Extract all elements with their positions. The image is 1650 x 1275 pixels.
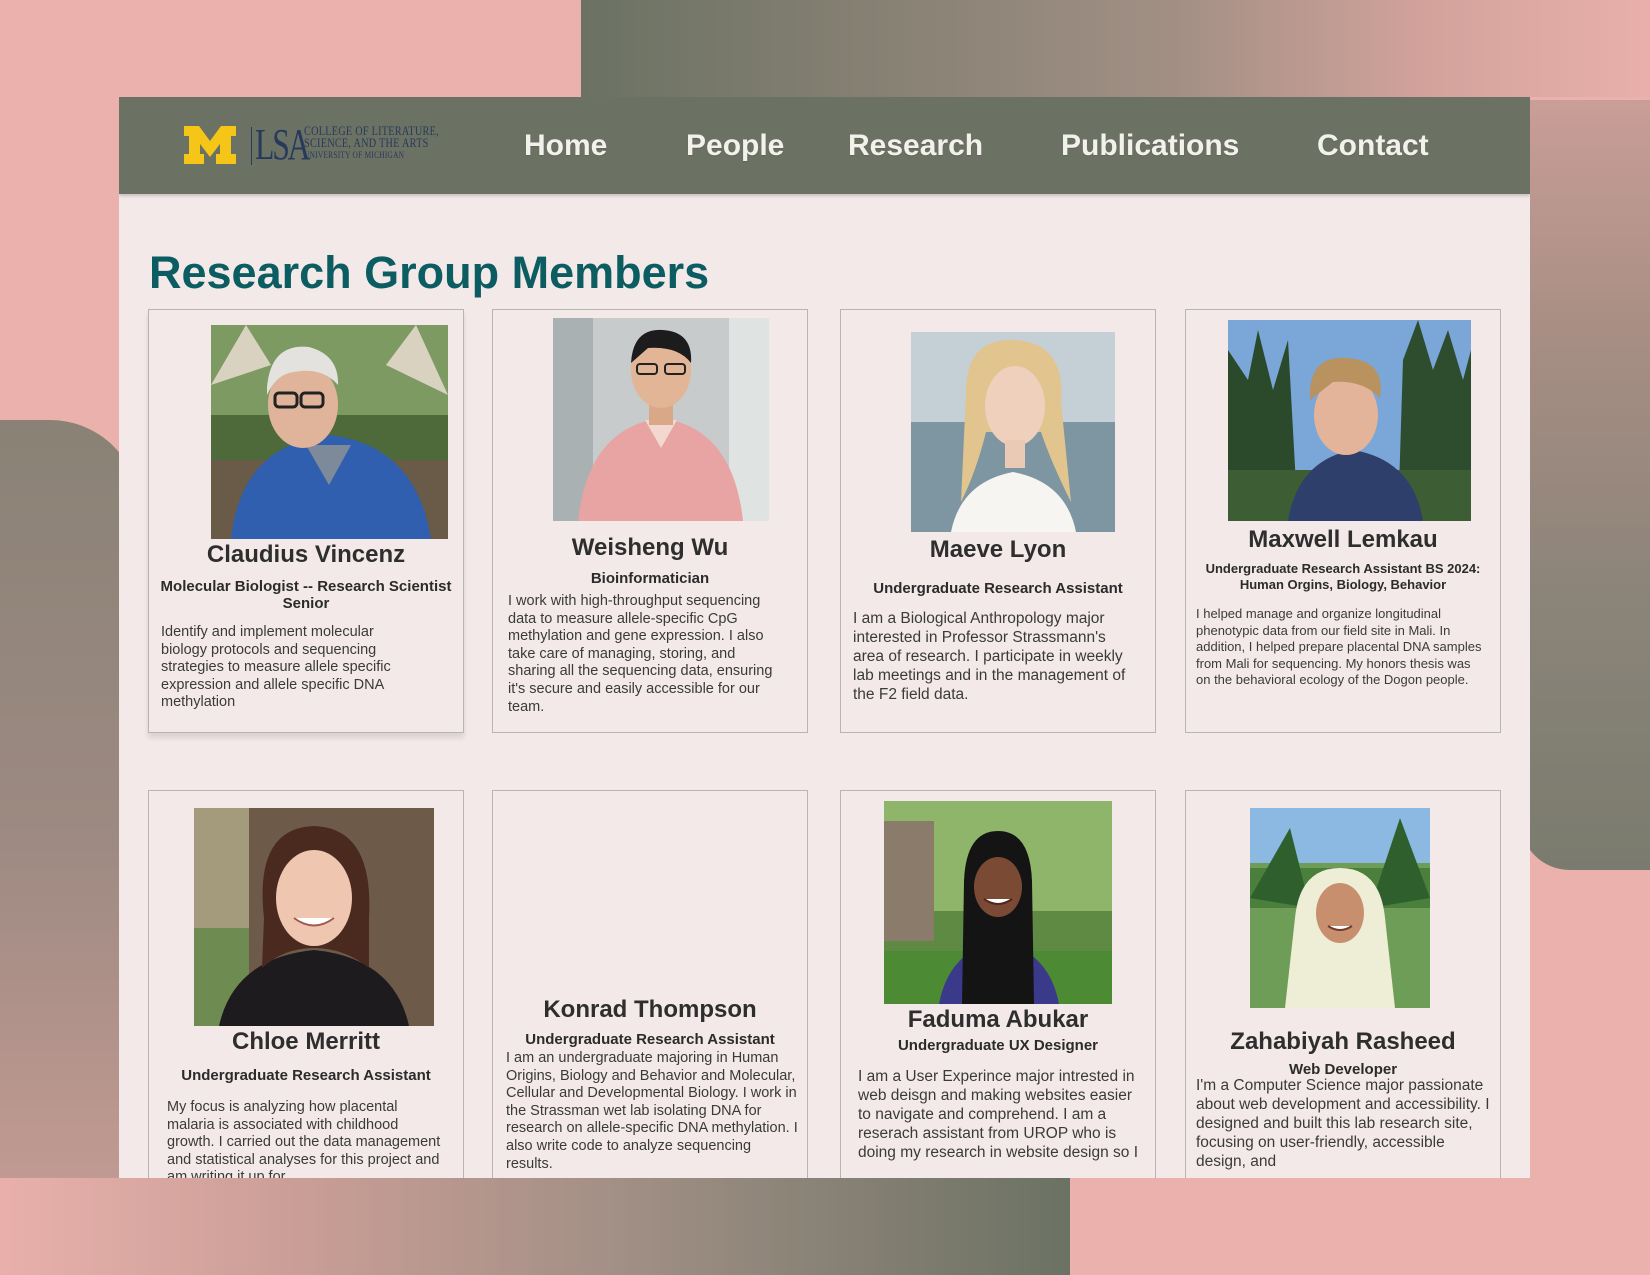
member-card[interactable]: Weisheng Wu Bioinformatician I work with… (492, 309, 808, 733)
member-bio: I work with high-throughput sequencing d… (508, 593, 773, 715)
member-name: Faduma Abukar (907, 1006, 1089, 1033)
member-card[interactable]: Konrad Thompson Undergraduate Research A… (492, 790, 808, 1178)
block-m-icon (184, 126, 236, 164)
member-card[interactable]: Maxwell Lemkau Undergraduate Research As… (1185, 309, 1501, 733)
nav-home[interactable]: Home (524, 129, 607, 163)
member-name: Maxwell Lemkau (1248, 526, 1438, 553)
member-name: Zahabiyah Rasheed (1230, 1028, 1456, 1055)
member-role: Undergraduate Research Assistant BS 2024… (1205, 561, 1481, 592)
member-role: Undergraduate Research Assistant (181, 1067, 431, 1084)
headshot-icon (911, 332, 1115, 532)
background-blob-right (1520, 100, 1650, 870)
nav-research[interactable]: Research (848, 129, 983, 163)
headshot-icon (1228, 320, 1471, 521)
background-band-top (581, 0, 1650, 97)
member-bio: I helped manage and organize longitudina… (1196, 606, 1482, 687)
navbar: LSA COLLEGE OF LITERATURE, SCIENCE, AND … (119, 97, 1530, 194)
member-card[interactable]: Chloe Merritt Undergraduate Research Ass… (148, 790, 464, 1178)
headshot-icon (211, 325, 448, 539)
website-window: LSA COLLEGE OF LITERATURE, SCIENCE, AND … (119, 97, 1530, 1178)
member-card[interactable]: Zahabiyah Rasheed Web Developer I'm a Co… (1185, 790, 1501, 1178)
member-name: Maeve Lyon (929, 536, 1067, 563)
logo-line-2: SCIENCE, AND THE ARTS (304, 136, 429, 150)
member-card[interactable]: Faduma Abukar Undergraduate UX Designer … (840, 790, 1156, 1178)
member-bio: Identify and implement molecular biology… (161, 624, 391, 711)
member-role: Undergraduate Research Assistant (525, 1031, 775, 1048)
member-bio: I'm a Computer Science major passionate … (1196, 1077, 1490, 1170)
member-name: Claudius Vincenz (206, 541, 406, 568)
member-role: Undergraduate UX Designer (897, 1037, 1099, 1054)
headshot-icon (194, 808, 434, 1026)
member-bio: I am a Biological Anthropology major int… (853, 610, 1126, 703)
member-card[interactable]: Claudius Vincenz Molecular Biologist -- … (148, 309, 464, 733)
logo-divider (251, 127, 252, 165)
member-role: Undergraduate Research Assistant (873, 580, 1123, 597)
headshot-icon (884, 801, 1112, 1004)
member-bio: I am a User Experince major intrested in… (858, 1068, 1139, 1161)
member-name: Weisheng Wu (571, 534, 729, 561)
member-name: Chloe Merritt (231, 1028, 380, 1055)
background-band-bottom (0, 1178, 1070, 1275)
member-name: Konrad Thompson (543, 996, 757, 1023)
nav-publications[interactable]: Publications (1061, 129, 1239, 163)
member-role: Bioinformatician (590, 570, 710, 587)
page-title: Research Group Members (149, 247, 710, 298)
member-role: Molecular Biologist -- Research Scientis… (160, 578, 452, 612)
member-bio: My focus is analyzing how placental mala… (167, 1099, 441, 1178)
member-card[interactable]: Maeve Lyon Undergraduate Research Assist… (840, 309, 1156, 733)
logo-lsa-text: LSA (255, 120, 311, 169)
headshot-icon (1250, 808, 1430, 1008)
headshot-icon (553, 318, 769, 521)
member-bio: I am an undergraduate majoring in Human … (506, 1050, 798, 1172)
logo-college-text: COLLEGE OF LITERATURE, SCIENCE, AND THE … (304, 125, 468, 161)
nav-contact[interactable]: Contact (1317, 129, 1429, 163)
logo-line-3: UNIVERSITY OF MICHIGAN (304, 150, 405, 160)
nav-people[interactable]: People (686, 129, 784, 163)
